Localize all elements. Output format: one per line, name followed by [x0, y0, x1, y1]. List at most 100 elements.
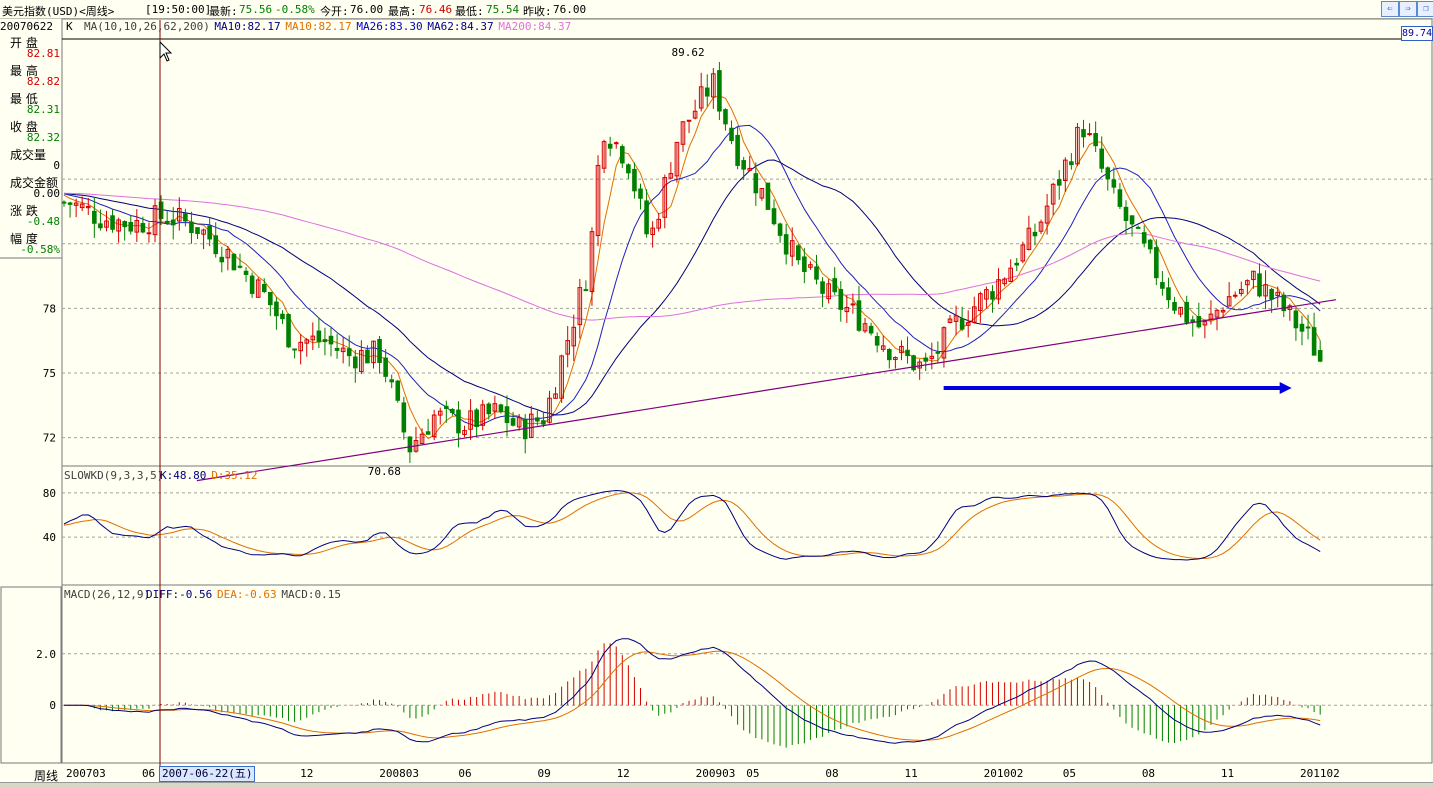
candle-body — [280, 313, 285, 320]
candle-body — [322, 339, 328, 343]
candle-body — [1056, 179, 1062, 186]
candle-body — [1317, 350, 1323, 362]
info-value: -0.58% — [20, 243, 60, 256]
y-tick-label: 72 — [43, 432, 56, 445]
candle-body — [644, 200, 649, 235]
prev-close-label: 昨收: — [523, 5, 552, 18]
candle-body — [183, 213, 188, 222]
candle-body — [541, 420, 546, 425]
info-value: 0.00 — [33, 187, 61, 200]
candle-body — [850, 303, 856, 306]
status-bar — [0, 782, 1433, 788]
candle-body — [820, 281, 825, 294]
candle-body — [195, 227, 200, 235]
candle-body — [905, 349, 910, 357]
support-trendline — [196, 299, 1337, 482]
x-tick-label: 12 — [300, 767, 313, 780]
candle-body — [1293, 310, 1299, 329]
ma-legend: MA(10,10,26,62,200) — [84, 20, 210, 33]
ma-legend: MA10:82.17 — [214, 20, 280, 33]
macd-legend: DEA:-0.63 — [217, 588, 277, 601]
x-tick-label: 05 — [1063, 767, 1076, 780]
candle-body — [498, 404, 504, 412]
candle-body — [741, 160, 746, 170]
macd-side-box — [0, 586, 62, 764]
candle-body — [207, 225, 212, 240]
x-tick-label: 08 — [1142, 767, 1155, 780]
prev-close-value: 76.00 — [553, 3, 587, 16]
forward-icon[interactable]: ⇒ — [1399, 1, 1417, 17]
candle-body — [401, 402, 407, 433]
x-tick-label: 12 — [617, 767, 630, 780]
candle-body — [1160, 282, 1165, 289]
candle-body — [268, 291, 273, 306]
x-tick-label: 201102 — [1300, 767, 1340, 780]
macd-legend: MACD:0.15 — [281, 588, 341, 601]
x-tick-label: 06 — [142, 767, 155, 780]
x-tick-label: 201002 — [984, 767, 1024, 780]
latest-label: 最新: — [209, 5, 238, 18]
latest-change: -0.58% — [275, 3, 315, 16]
candle-body — [110, 215, 115, 230]
back-icon[interactable]: ⇐ — [1381, 1, 1399, 17]
candle-body — [868, 325, 874, 334]
x-tick-label: 200903 — [696, 767, 736, 780]
kd-legend: K:48.80 — [160, 469, 206, 482]
title-bar: 美元指数(USD)<周线> [19:50:00] 最新: 75.56 -0.58… — [0, 0, 1433, 19]
quote-time: [19:50:00] — [145, 3, 212, 16]
candle-body — [783, 234, 789, 255]
candle-body — [1093, 133, 1098, 147]
y-tick-label: 78 — [43, 302, 56, 315]
candle-body — [140, 223, 146, 233]
candle-body — [838, 289, 844, 310]
candle-body — [620, 146, 625, 164]
candle-body — [504, 406, 510, 424]
candle-body — [164, 220, 170, 224]
candle-body — [1032, 231, 1038, 237]
high-value: 76.46 — [419, 3, 453, 16]
open-label: 今开: — [320, 5, 349, 18]
candle-body — [632, 168, 637, 192]
kd-tick-label: 40 — [43, 531, 56, 544]
x-tick-label: 09 — [537, 767, 550, 780]
candle-body — [583, 289, 589, 292]
candle-body — [990, 291, 995, 300]
low-value: 75.54 — [486, 3, 520, 16]
candle-body — [753, 173, 759, 194]
info-label: 成交量 — [10, 148, 47, 162]
candle-body — [638, 188, 643, 199]
chart-area[interactable]: 78 75 72 80 40 2.0 0 200703 06 12 200803 06 09 12 2009… — [0, 18, 1433, 782]
info-date: 20070622 — [0, 20, 53, 33]
candle-body — [486, 403, 492, 415]
candle-body — [1123, 206, 1129, 221]
candle-body — [128, 221, 134, 232]
candle-body — [1172, 301, 1177, 311]
candle-body — [67, 202, 73, 205]
candle-body — [243, 270, 249, 276]
x-tick-label: 08 — [825, 767, 838, 780]
candle-body — [686, 119, 692, 122]
x-tick-label: 11 — [1221, 767, 1234, 780]
candle-body — [334, 347, 340, 351]
kd-tick-label: 80 — [43, 487, 56, 500]
candle-body — [1081, 129, 1086, 138]
candle-body — [1305, 326, 1311, 329]
candle-body — [923, 357, 929, 362]
candle-body — [189, 221, 194, 234]
candle-body — [874, 336, 880, 346]
latest-value: 75.56 — [239, 3, 273, 16]
restore-icon[interactable]: ❐ — [1417, 1, 1433, 17]
candle-body — [1147, 239, 1153, 250]
info-value: 82.31 — [26, 103, 60, 116]
candle-body — [1311, 327, 1317, 356]
kd-d-line — [63, 492, 1321, 559]
candle-body — [92, 210, 97, 224]
candle-body — [170, 219, 176, 226]
candle-body — [1129, 215, 1135, 225]
candle-body — [814, 266, 819, 280]
candle-body — [328, 335, 334, 345]
candle-body — [316, 330, 322, 343]
candle-body — [1117, 189, 1123, 207]
candle-body — [777, 223, 783, 236]
x-tick-label: 06 — [458, 767, 471, 780]
